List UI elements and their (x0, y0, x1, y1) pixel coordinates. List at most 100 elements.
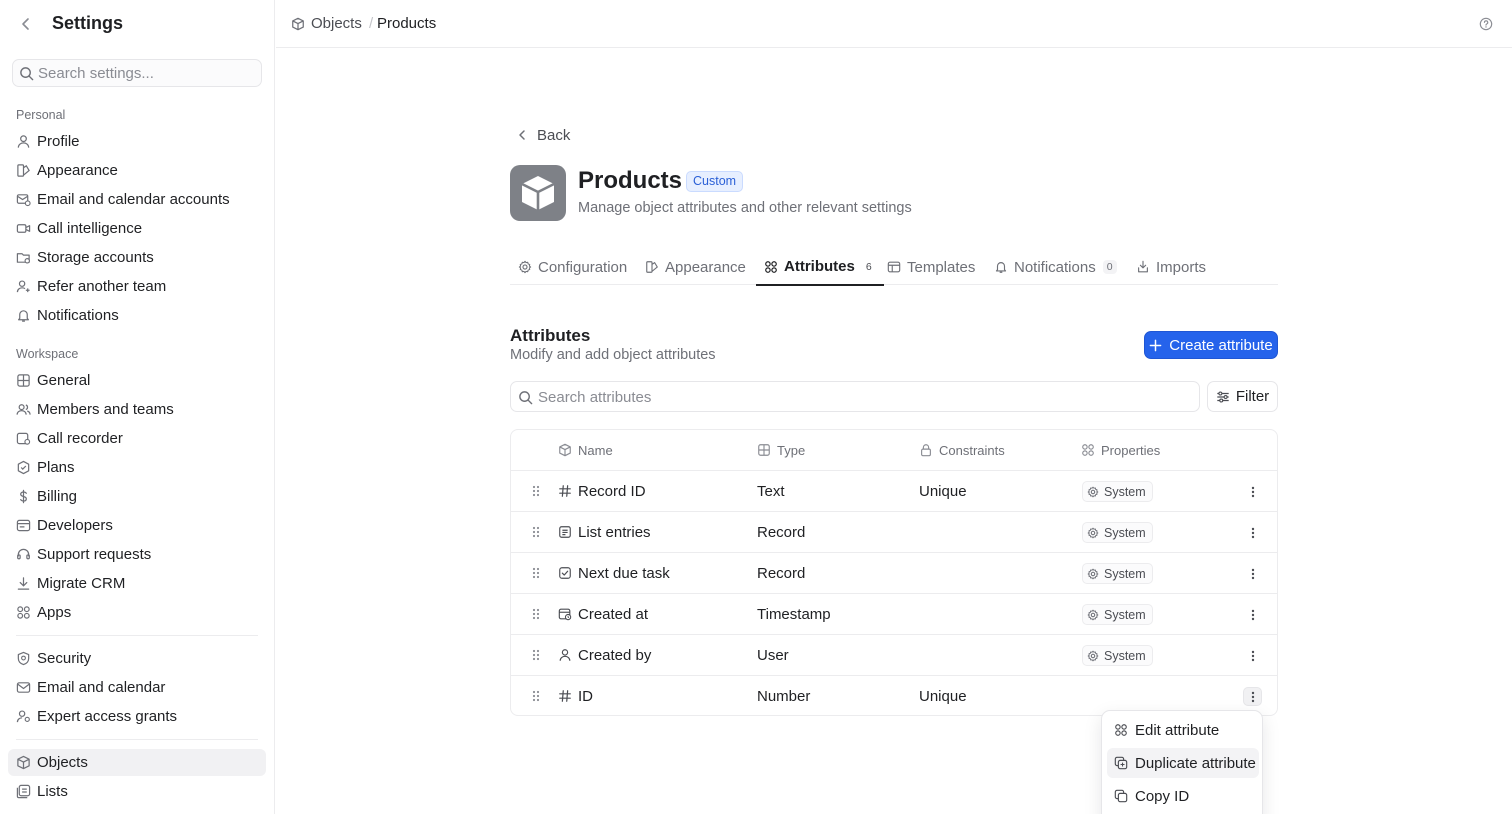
tab-templates[interactable]: Templates (879, 249, 983, 285)
system-badge: System (1082, 563, 1153, 584)
table-row[interactable]: Created by User System (511, 634, 1277, 675)
cube-icon (558, 443, 572, 457)
sidebar-item-migrate-crm[interactable]: Migrate CRM (8, 570, 266, 597)
attribute-constraint: Unique (919, 483, 967, 500)
tab-notifications[interactable]: Notifications 0 (986, 249, 1125, 285)
attribute-name-cell: ID (558, 676, 593, 715)
sidebar-item-developers[interactable]: Developers (8, 512, 266, 539)
drag-handle-icon[interactable] (530, 648, 542, 662)
column-name[interactable]: Name (558, 430, 613, 470)
table-row[interactable]: Next due task Record System (511, 552, 1277, 593)
custom-badge: Custom (686, 171, 744, 192)
sidebar-title: Settings (52, 13, 124, 33)
search-icon (19, 66, 34, 81)
help-icon[interactable] (1479, 17, 1493, 31)
page-title: Products (578, 167, 683, 194)
create-attribute-button[interactable]: Create attribute (1144, 331, 1278, 359)
settings-search-input[interactable] (38, 63, 256, 83)
table-row[interactable]: List entries Record System (511, 511, 1277, 552)
tab-appearance[interactable]: Appearance (637, 249, 754, 285)
gear-icon (1087, 486, 1099, 498)
palette-icon (16, 163, 31, 178)
menu-item-copy-id[interactable]: Copy ID (1107, 781, 1259, 811)
more-options-icon[interactable] (1243, 687, 1262, 706)
sidebar-item-refer-team[interactable]: Refer another team (8, 273, 266, 300)
sidebar-item-storage-accounts[interactable]: Storage accounts (8, 244, 266, 271)
sidebar-item-profile[interactable]: Profile (8, 128, 266, 155)
sidebar-item-call-recorder[interactable]: Call recorder (8, 425, 266, 452)
gear-icon (1087, 609, 1099, 621)
sidebar-item-lists[interactable]: Lists (8, 778, 266, 805)
sidebar-item-support-requests[interactable]: Support requests (8, 541, 266, 568)
attribute-type: Number (757, 688, 811, 705)
more-options-icon[interactable] (1243, 523, 1262, 542)
attributes-count: 6 (861, 259, 876, 274)
breadcrumb-objects[interactable]: Objects (311, 15, 362, 32)
filter-button[interactable]: Filter (1207, 381, 1278, 412)
sidebar-item-plans[interactable]: Plans (8, 454, 266, 481)
attributes-icon (764, 260, 778, 274)
checkbox-icon (558, 566, 572, 580)
search-icon (518, 390, 533, 405)
sidebar-item-security[interactable]: Security (8, 645, 266, 672)
attribute-type: Timestamp (757, 606, 831, 623)
list-entry-icon (558, 525, 572, 539)
attribute-type: User (757, 647, 789, 664)
sidebar-item-objects[interactable]: Objects (8, 749, 266, 776)
duplicate-icon (1114, 756, 1128, 770)
sidebar-item-billing[interactable]: Billing (8, 483, 266, 510)
more-options-icon[interactable] (1243, 564, 1262, 583)
sidebar-item-expert-access[interactable]: Expert access grants (8, 703, 266, 730)
drag-handle-icon[interactable] (530, 566, 542, 580)
sidebar-header: Settings (0, 0, 275, 48)
chevron-left-icon (515, 128, 529, 142)
attributes-table: Name Type Constraints Properties Record … (510, 429, 1278, 716)
attribute-context-menu: Edit attribute Duplicate attribute Copy … (1101, 710, 1263, 814)
menu-item-duplicate-attribute[interactable]: Duplicate attribute (1107, 748, 1259, 778)
tab-configuration[interactable]: Configuration (510, 249, 635, 285)
more-options-icon[interactable] (1243, 646, 1262, 665)
back-chevron-icon[interactable] (17, 15, 35, 33)
attributes-icon (1114, 723, 1128, 737)
grid-icon (757, 443, 771, 457)
notifications-count: 0 (1102, 260, 1117, 274)
breadcrumb-products: Products (377, 15, 437, 32)
plus-icon (1149, 339, 1162, 352)
sidebar-item-email-calendar[interactable]: Email and calendar (8, 674, 266, 701)
settings-search[interactable] (12, 59, 262, 87)
drag-handle-icon[interactable] (530, 689, 542, 703)
more-options-icon[interactable] (1243, 482, 1262, 501)
sidebar-item-call-intelligence[interactable]: Call intelligence (8, 215, 266, 242)
tab-attributes[interactable]: Attributes 6 (756, 249, 884, 286)
menu-item-edit-attribute[interactable]: Edit attribute (1107, 715, 1259, 745)
sidebar-divider (16, 739, 258, 740)
video-icon (16, 221, 31, 236)
tab-imports[interactable]: Imports (1128, 249, 1214, 285)
sidebar-item-email-calendar-accounts[interactable]: Email and calendar accounts (8, 186, 266, 213)
back-link[interactable]: Back (515, 126, 570, 144)
column-constraints[interactable]: Constraints (919, 430, 1005, 470)
drag-handle-icon[interactable] (530, 525, 542, 539)
system-badge: System (1082, 481, 1153, 502)
palette-icon (645, 260, 659, 274)
drag-handle-icon[interactable] (530, 607, 542, 621)
drag-handle-icon[interactable] (530, 484, 542, 498)
table-row[interactable]: Record ID Text Unique System (511, 470, 1277, 511)
hash-icon (558, 689, 572, 703)
sidebar-item-general[interactable]: General (8, 367, 266, 394)
table-row[interactable]: Created at Timestamp System (511, 593, 1277, 634)
attribute-search[interactable] (510, 381, 1200, 412)
sidebar-item-appearance[interactable]: Appearance (8, 157, 266, 184)
attribute-name-cell: Record ID (558, 471, 646, 511)
column-type[interactable]: Type (757, 430, 805, 470)
envelope-icon (16, 680, 31, 695)
sidebar-item-apps[interactable]: Apps (8, 599, 266, 626)
cube-icon (518, 173, 558, 213)
more-options-icon[interactable] (1243, 605, 1262, 624)
attribute-search-input[interactable] (538, 387, 1178, 407)
sidebar-item-members-teams[interactable]: Members and teams (8, 396, 266, 423)
column-properties[interactable]: Properties (1081, 430, 1160, 470)
attribute-type: Record (757, 524, 806, 541)
attribute-name-cell: Created by (558, 635, 651, 675)
sidebar-item-notifications[interactable]: Notifications (8, 302, 266, 329)
